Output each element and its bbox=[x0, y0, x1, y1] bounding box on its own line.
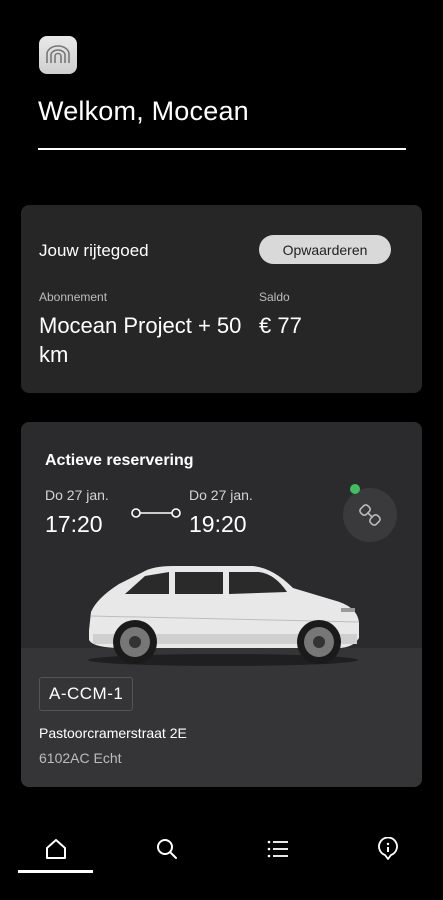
reservation-card[interactable]: Actieve reservering Do 27 jan. 17:20 Do … bbox=[21, 422, 422, 787]
home-icon bbox=[46, 839, 66, 859]
status-indicator bbox=[350, 484, 360, 494]
topup-button[interactable]: Opwaarderen bbox=[259, 235, 391, 264]
digital-key-button[interactable] bbox=[343, 488, 397, 542]
search-icon bbox=[157, 839, 177, 859]
start-date: Do 27 jan. bbox=[45, 487, 109, 503]
key-icon bbox=[359, 504, 381, 526]
nav-home[interactable] bbox=[38, 834, 74, 864]
license-plate: A-CCM-1 bbox=[39, 677, 134, 711]
subscription-label: Abonnement bbox=[39, 290, 108, 304]
address-street: Pastoorcramerstraat 2E bbox=[39, 725, 187, 741]
saldo-value: € 77 bbox=[259, 313, 302, 338]
bottom-navigation bbox=[0, 820, 443, 900]
info-icon bbox=[378, 837, 398, 860]
address-city: 6102AC Echt bbox=[39, 750, 122, 766]
list-icon bbox=[267, 840, 288, 858]
balance-card: Jouw rijtegoed Opwaarderen Abonnement Mo… bbox=[21, 205, 422, 393]
page-title: Welkom, Mocean bbox=[38, 96, 249, 126]
car-image bbox=[88, 566, 360, 666]
end-date: Do 27 jan. bbox=[189, 487, 253, 503]
arch-logo-icon bbox=[46, 45, 70, 63]
saldo-label: Saldo bbox=[259, 290, 290, 304]
nav-info[interactable] bbox=[370, 834, 406, 864]
balance-card-title: Jouw rijtegoed bbox=[39, 241, 149, 260]
subscription-value: Mocean Project + 50 km bbox=[39, 313, 242, 367]
time-range-connector-icon bbox=[131, 508, 181, 518]
start-time: 17:20 bbox=[45, 511, 103, 537]
nav-active-indicator bbox=[18, 870, 93, 873]
reservation-title: Actieve reservering bbox=[45, 452, 194, 469]
nav-list[interactable] bbox=[260, 834, 296, 864]
app-logo bbox=[39, 36, 77, 74]
nav-search[interactable] bbox=[149, 834, 185, 864]
title-underline bbox=[38, 148, 406, 150]
end-time: 19:20 bbox=[189, 511, 247, 537]
